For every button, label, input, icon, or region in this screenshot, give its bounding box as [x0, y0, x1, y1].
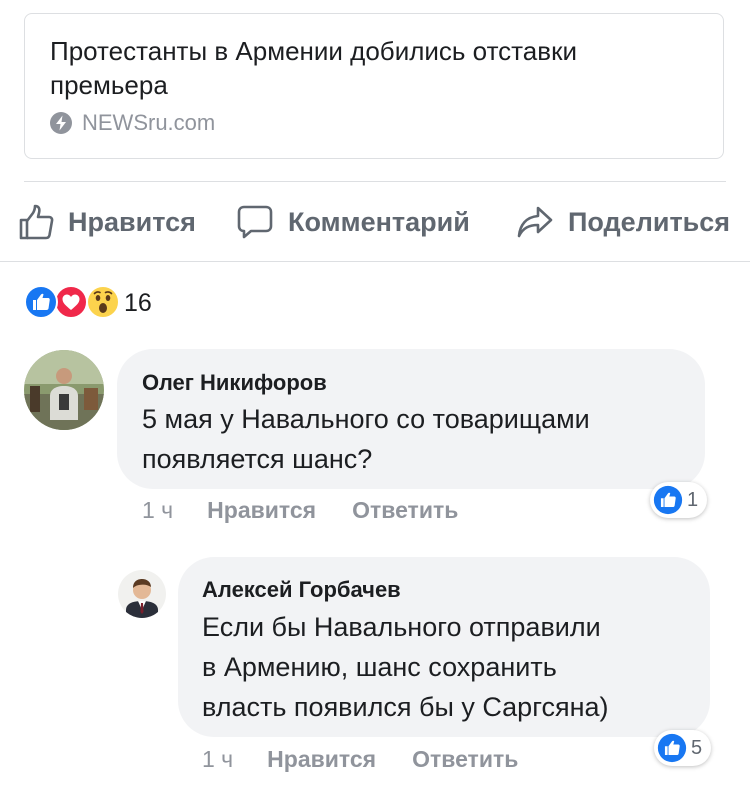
comment-text-line: в Армению, шанс сохранить: [202, 652, 557, 682]
comment-bubble: Алексей Горбачев Если бы Навального отпр…: [178, 557, 710, 737]
comment-like-count: 1: [687, 488, 699, 511]
reactions-summary[interactable]: 16: [24, 285, 152, 321]
thumbs-up-icon: [19, 204, 54, 240]
comment-like-badge[interactable]: 5: [654, 730, 711, 766]
like-action-button[interactable]: Нравится: [18, 203, 196, 241]
action-bar: Нравится Комментарий Поделиться: [0, 196, 750, 248]
comment-like-button[interactable]: Нравится: [207, 497, 316, 524]
comment-author[interactable]: Олег Никифоров: [142, 370, 327, 396]
comment-action-button[interactable]: Комментарий: [236, 203, 470, 241]
avatar[interactable]: [118, 570, 166, 618]
comment-author[interactable]: Алексей Горбачев: [202, 577, 401, 603]
avatar[interactable]: [24, 350, 104, 430]
share-action-button[interactable]: Поделиться: [516, 203, 730, 241]
reaction-icons: [24, 285, 122, 321]
share-arrow-icon: [517, 206, 553, 238]
comment-time[interactable]: 1 ч: [142, 497, 173, 524]
like-reaction-icon: [24, 285, 58, 324]
comment-bubble: Олег Никифоров 5 мая у Навального со тов…: [117, 349, 705, 489]
link-source: NEWSru.com: [50, 110, 215, 136]
divider-top: [24, 181, 726, 182]
comment-bubble-icon: [237, 205, 273, 239]
link-source-name: NEWSru.com: [82, 110, 216, 135]
like-badge-icon: [657, 733, 687, 763]
comment-text-line: власть появился бы у Саргсяна): [202, 692, 609, 722]
avatar-photo: [118, 570, 166, 618]
link-preview-card[interactable]: Протестанты в Армении добились отставки …: [24, 13, 724, 159]
comment-text-line: 5 мая у Навального со товарищами: [142, 404, 590, 434]
comment-like-badge[interactable]: 1: [650, 482, 707, 518]
love-reaction-icon: [54, 285, 88, 324]
comment-reply-button[interactable]: Ответить: [352, 497, 458, 524]
comment-meta: 1 ч Нравится Ответить: [142, 497, 494, 524]
comment-like-button[interactable]: Нравится: [267, 746, 376, 773]
wow-reaction-icon: [86, 285, 120, 324]
comment-reply-button[interactable]: Ответить: [412, 746, 518, 773]
comment-text-line: появляется шанс?: [142, 444, 373, 474]
bolt-icon: [50, 112, 72, 134]
avatar-photo: [24, 350, 104, 430]
reaction-count: 16: [124, 288, 152, 317]
like-action-label: Нравится: [68, 206, 196, 237]
divider-bottom: [0, 261, 750, 262]
share-action-label: Поделиться: [568, 206, 731, 237]
comment-time[interactable]: 1 ч: [202, 746, 233, 773]
comment-action-label: Комментарий: [288, 206, 470, 237]
like-badge-icon: [653, 485, 683, 515]
comment-meta: 1 ч Нравится Ответить: [202, 746, 554, 773]
link-title[interactable]: Протестанты в Армении добились отставки …: [50, 34, 690, 102]
comment-like-count: 5: [691, 736, 703, 759]
comment-text-line: Если бы Навального отправили: [202, 612, 601, 642]
